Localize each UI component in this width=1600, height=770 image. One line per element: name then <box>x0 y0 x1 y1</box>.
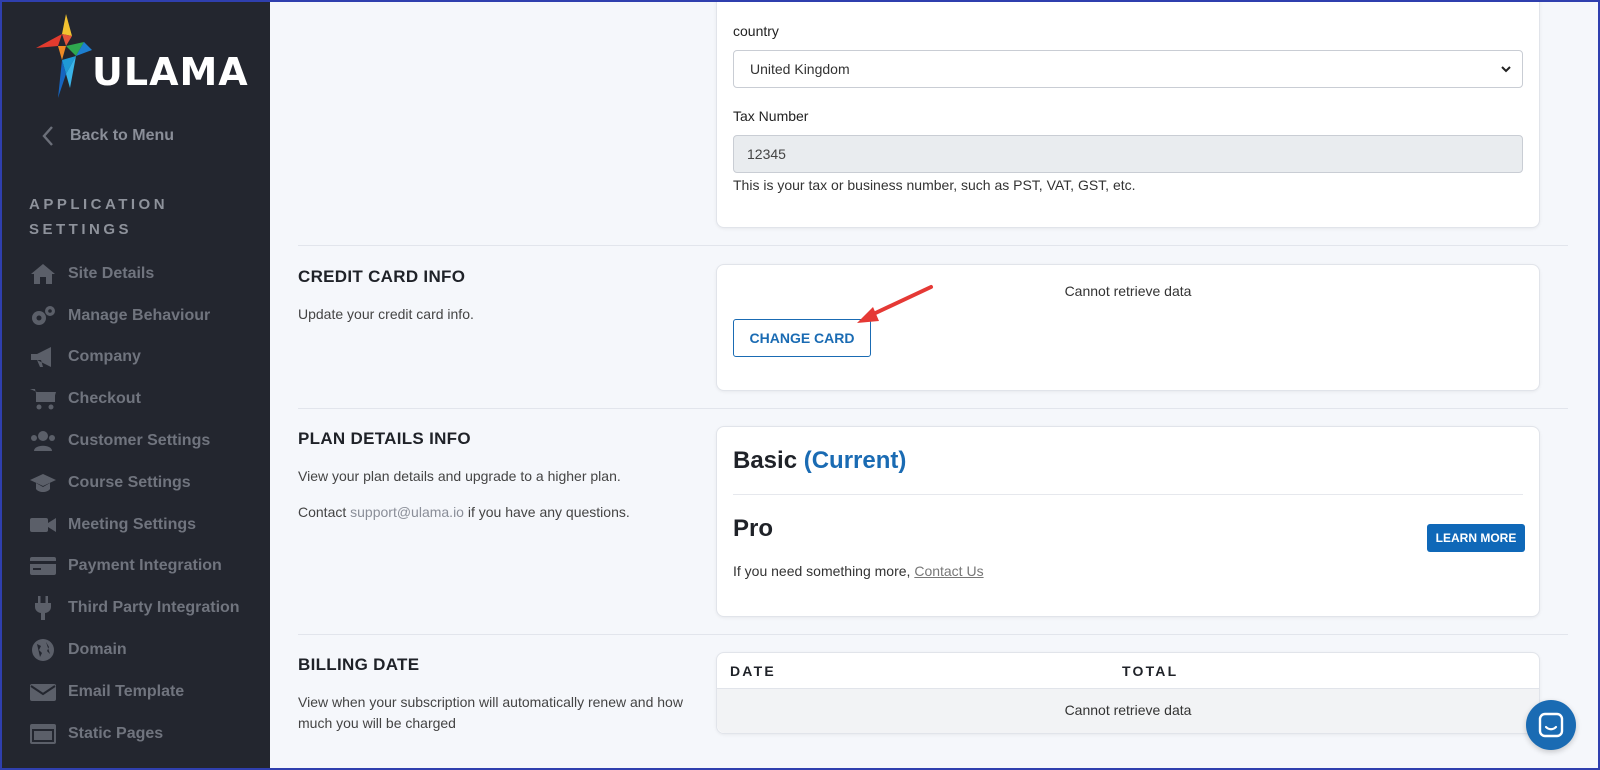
sidebar: ULAMA Back to Menu APPLICATION SETTINGS … <box>2 2 270 768</box>
chat-icon <box>1538 712 1564 738</box>
tax-number-value: 12345 <box>747 146 786 162</box>
plan-heading: PLAN DETAILS INFO <box>298 429 471 448</box>
sidebar-item-third-party-integration[interactable]: Third Party Integration <box>28 587 268 629</box>
plug-icon <box>28 595 58 621</box>
megaphone-icon <box>28 344 58 370</box>
envelope-icon <box>28 679 58 705</box>
annotation-arrow-icon <box>857 285 933 323</box>
sidebar-item-label: Customer Settings <box>68 432 211 450</box>
sidebar-item-static-pages[interactable]: Static Pages <box>28 713 268 755</box>
section-divider <box>298 245 1568 246</box>
plan-contact-suffix: if you have any questions. <box>463 504 630 520</box>
plan-more-text: If you need something more, Contact Us <box>733 563 984 579</box>
billing-status: Cannot retrieve data <box>1064 702 1192 718</box>
sidebar-item-label: Third Party Integration <box>68 599 240 617</box>
credit-card-description: Update your credit card info. <box>298 306 474 322</box>
billing-description: View when your subscription will automat… <box>298 694 683 731</box>
tax-number-field[interactable]: 12345 <box>733 135 1523 173</box>
plan-description: View your plan details and upgrade to a … <box>298 468 621 484</box>
home-icon <box>28 261 58 287</box>
sidebar-section-title: APPLICATION SETTINGS <box>29 196 169 238</box>
plan-contact-text: Contact support@ulama.io if you have any… <box>298 502 630 523</box>
sidebar-item-company[interactable]: Company <box>28 337 268 379</box>
section-divider <box>298 408 1568 409</box>
sidebar-item-label: Domain <box>68 641 127 659</box>
plan-more-prefix: If you need something more, <box>733 563 915 579</box>
credit-card-status: Cannot retrieve data <box>1064 283 1192 299</box>
gears-icon <box>28 303 58 329</box>
pro-plan-title: Pro <box>733 515 774 542</box>
chevron-left-icon <box>42 126 53 146</box>
sidebar-item-manage-behaviour[interactable]: Manage Behaviour <box>28 295 268 337</box>
billing-table-header: DATE TOTAL <box>717 653 1539 689</box>
video-camera-icon <box>28 512 58 538</box>
sidebar-item-label: Checkout <box>68 390 141 408</box>
learn-more-button[interactable]: LEARN MORE <box>1427 524 1525 552</box>
sidebar-item-email-template[interactable]: Email Template <box>28 671 268 713</box>
company-form-card: country United Kingdom Tax Number 12345 … <box>716 2 1540 228</box>
tax-number-help: This is your tax or business number, suc… <box>733 177 1136 193</box>
chevron-down-icon <box>1501 66 1511 73</box>
country-select[interactable]: United Kingdom <box>733 50 1523 88</box>
current-plan-name: Basic <box>733 447 798 474</box>
cart-icon <box>28 386 58 412</box>
back-to-menu-link[interactable]: Back to Menu <box>36 122 174 150</box>
credit-card-heading: CREDIT CARD INFO <box>298 267 466 286</box>
sidebar-item-domain[interactable]: Domain <box>28 629 268 671</box>
country-label: country <box>733 23 779 39</box>
credit-card-card: Cannot retrieve data CHANGE CARD <box>716 264 1540 391</box>
sidebar-item-label: Manage Behaviour <box>68 306 211 324</box>
main-content: country United Kingdom Tax Number 12345 … <box>270 2 1598 768</box>
ulama-logo[interactable]: ULAMA <box>36 12 249 104</box>
section-divider <box>298 634 1568 635</box>
country-selected-value: United Kingdom <box>750 61 850 77</box>
back-to-menu-label: Back to Menu <box>70 127 175 144</box>
billing-table: DATE TOTAL Cannot retrieve data <box>716 652 1540 734</box>
credit-card-icon <box>28 553 58 579</box>
globe-icon <box>28 637 58 663</box>
graduation-cap-icon <box>28 470 58 496</box>
sidebar-item-course-settings[interactable]: Course Settings <box>28 462 268 504</box>
window-icon <box>28 721 58 747</box>
sidebar-item-checkout[interactable]: Checkout <box>28 378 268 420</box>
billing-col-date: DATE <box>730 663 776 679</box>
chat-widget-button[interactable] <box>1526 700 1576 750</box>
sidebar-item-payment-integration[interactable]: Payment Integration <box>28 546 268 588</box>
users-icon <box>28 428 58 454</box>
sidebar-item-label: Course Settings <box>68 473 191 491</box>
support-email-link[interactable]: support@ulama.io <box>350 504 464 520</box>
sidebar-item-customer-settings[interactable]: Customer Settings <box>28 420 268 462</box>
sidebar-item-label: Meeting Settings <box>68 515 197 533</box>
current-plan-title: Basic (Current) <box>733 447 906 475</box>
tax-number-label: Tax Number <box>733 108 809 124</box>
sidebar-item-meeting-settings[interactable]: Meeting Settings <box>28 504 268 546</box>
billing-col-total: TOTAL <box>1122 663 1179 679</box>
sidebar-item-label: Site Details <box>68 264 155 282</box>
plan-contact-prefix: Contact <box>298 504 351 520</box>
billing-heading: BILLING DATE <box>298 655 420 674</box>
sidebar-item-label: Email Template <box>68 682 185 700</box>
sidebar-item-site-details[interactable]: Site Details <box>28 253 268 295</box>
app-window: ULAMA Back to Menu APPLICATION SETTINGS … <box>0 0 1600 770</box>
plan-divider <box>733 494 1523 495</box>
sidebar-nav: Site Details Manage Behaviour Company Ch… <box>28 253 268 755</box>
current-plan-tag: (Current) <box>803 447 907 474</box>
contact-us-link[interactable]: Contact Us <box>914 563 983 579</box>
plan-card: Basic (Current) Pro LEARN MORE If you ne… <box>716 426 1540 617</box>
sidebar-item-label: Company <box>68 348 141 366</box>
logo-text: ULAMA <box>92 50 249 94</box>
sidebar-item-label: Static Pages <box>68 724 164 742</box>
billing-table-body: Cannot retrieve data <box>717 689 1539 733</box>
sidebar-item-label: Payment Integration <box>68 557 222 575</box>
